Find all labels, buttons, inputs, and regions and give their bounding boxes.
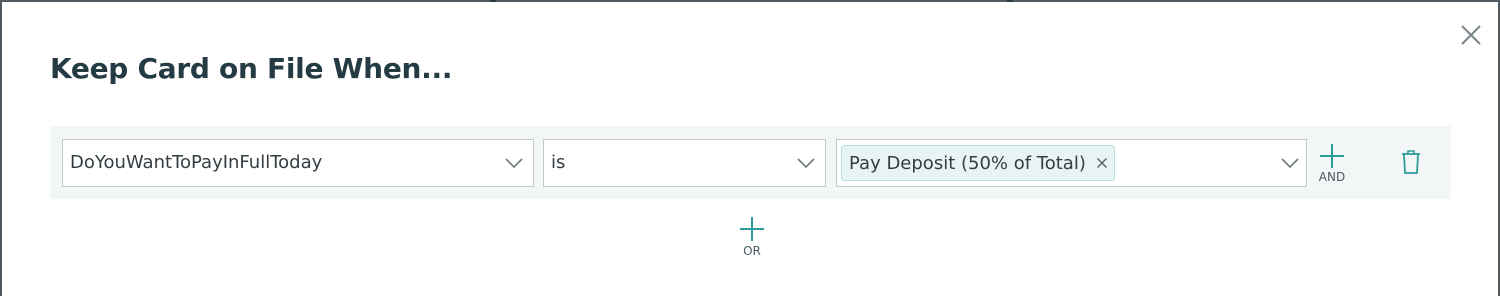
top-edge-mark — [490, 0, 496, 2]
add-and-condition-button[interactable]: AND — [1312, 143, 1352, 185]
delete-condition-button[interactable] — [1400, 149, 1422, 175]
value-multiselect[interactable]: Pay Deposit (50% of Total) — [836, 139, 1307, 187]
plus-icon — [1320, 144, 1344, 168]
plus-icon — [740, 217, 764, 241]
keep-card-dialog: Keep Card on File When... DoYouWantToPay… — [0, 0, 1500, 296]
condition-row: DoYouWantToPayInFullToday is Pay Deposit… — [50, 126, 1451, 199]
chevron-down-icon — [797, 158, 815, 169]
operator-select-value: is — [551, 152, 566, 173]
chevron-down-icon — [505, 158, 523, 169]
remove-tag-icon[interactable] — [1096, 157, 1108, 169]
value-tag-label: Pay Deposit (50% of Total) — [849, 152, 1086, 174]
dialog-title: Keep Card on File When... — [50, 52, 453, 85]
or-label: OR — [743, 244, 761, 258]
trash-icon — [1402, 150, 1420, 174]
field-select-value: DoYouWantToPayInFullToday — [70, 152, 323, 173]
close-icon — [1461, 25, 1481, 45]
field-select[interactable]: DoYouWantToPayInFullToday — [62, 139, 534, 187]
and-label: AND — [1318, 170, 1346, 184]
value-tag: Pay Deposit (50% of Total) — [841, 145, 1115, 181]
operator-select[interactable]: is — [543, 139, 826, 187]
top-edge-mark — [1007, 0, 1013, 2]
chevron-down-icon — [1281, 158, 1299, 169]
add-or-condition-button[interactable]: OR — [732, 216, 772, 262]
close-button[interactable] — [1457, 21, 1485, 49]
